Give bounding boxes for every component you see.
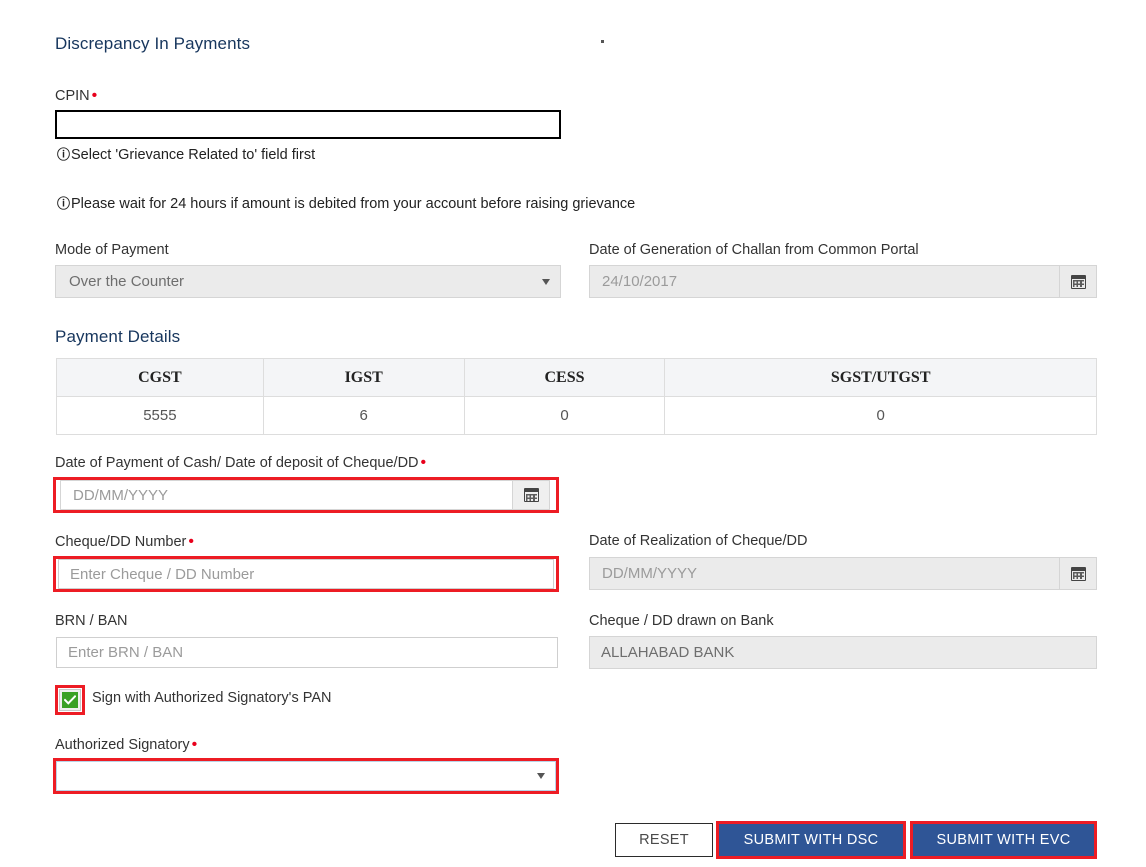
page-title: Discrepancy In Payments: [55, 34, 250, 54]
mode-of-payment-label: Mode of Payment: [55, 243, 169, 258]
cell-sgst-utgst: 0: [665, 397, 1097, 435]
chevron-down-icon: [542, 279, 550, 285]
brn-ban-label: BRN / BAN: [55, 614, 128, 629]
date-of-payment-input[interactable]: DD/MM/YYYY: [60, 480, 512, 510]
authorized-signatory-label: Authorized Signatory•: [55, 737, 197, 753]
column-header-cess: CESS: [464, 359, 665, 397]
reset-button[interactable]: RESET: [615, 823, 713, 857]
column-header-cgst: CGST: [57, 359, 264, 397]
cpin-hint-text: Select 'Grievance Related to' field firs…: [71, 147, 315, 163]
calendar-icon: [1071, 567, 1086, 581]
cpin-hint: ⓘSelect 'Grievance Related to' field fir…: [57, 148, 315, 163]
bank-input: ALLAHABAD BANK: [589, 636, 1097, 669]
date-of-realization-label: Date of Realization of Cheque/DD: [589, 534, 807, 549]
table-row: 5555 6 0 0: [57, 397, 1097, 435]
date-of-generation-label: Date of Generation of Challan from Commo…: [589, 243, 919, 258]
brn-ban-input[interactable]: Enter BRN / BAN: [56, 637, 558, 668]
date-of-generation-input[interactable]: 24/10/2017: [589, 265, 1059, 298]
mode-of-payment-value: Over the Counter: [69, 273, 184, 290]
cheque-number-label: Cheque/DD Number•: [55, 534, 194, 550]
cpin-label: CPIN•: [55, 88, 97, 104]
required-marker: •: [90, 87, 98, 104]
date-of-payment-group[interactable]: DD/MM/YYYY: [60, 480, 550, 510]
calendar-button[interactable]: [1059, 557, 1097, 590]
cell-igst: 6: [263, 397, 464, 435]
info-icon: ⓘ: [57, 197, 70, 210]
date-of-realization-placeholder: DD/MM/YYYY: [602, 565, 697, 582]
sign-with-pan-label[interactable]: Sign with Authorized Signatory's PAN: [92, 691, 331, 706]
cell-cess: 0: [464, 397, 665, 435]
column-header-sgst-utgst: SGST/UTGST: [665, 359, 1097, 397]
submit-with-dsc-button[interactable]: SUBMIT WITH DSC: [719, 824, 903, 856]
authorized-signatory-label-text: Authorized Signatory: [55, 737, 190, 753]
info-icon: ⓘ: [57, 148, 70, 161]
discrepancy-in-payments-form: Discrepancy In Payments CPIN• ⓘSelect 'G…: [0, 0, 1146, 867]
date-of-payment-label-text: Date of Payment of Cash/ Date of deposit…: [55, 455, 419, 471]
required-marker: •: [190, 736, 198, 753]
column-header-igst: IGST: [263, 359, 464, 397]
date-of-generation-value: 24/10/2017: [602, 273, 677, 290]
sign-with-pan-checkbox[interactable]: [59, 689, 81, 711]
check-icon: [62, 692, 78, 708]
chevron-down-icon: [537, 773, 545, 779]
brn-ban-placeholder: Enter BRN / BAN: [68, 644, 183, 661]
date-of-payment-placeholder: DD/MM/YYYY: [73, 487, 168, 504]
date-of-realization-input[interactable]: DD/MM/YYYY: [589, 557, 1059, 590]
bank-value: ALLAHABAD BANK: [601, 644, 734, 661]
mode-of-payment-select[interactable]: Over the Counter: [55, 265, 561, 298]
payment-details-title: Payment Details: [55, 327, 180, 347]
cpin-input[interactable]: [55, 110, 561, 139]
cpin-label-text: CPIN: [55, 88, 90, 104]
date-of-payment-label: Date of Payment of Cash/ Date of deposit…: [55, 455, 426, 471]
calendar-icon: [1071, 275, 1086, 289]
grievance-notice: ⓘPlease wait for 24 hours if amount is d…: [57, 197, 635, 212]
artifact-dot: [601, 40, 604, 43]
cheque-number-placeholder: Enter Cheque / DD Number: [70, 566, 254, 583]
cheque-number-label-text: Cheque/DD Number: [55, 534, 186, 550]
calendar-icon: [524, 488, 539, 502]
submit-with-evc-button[interactable]: SUBMIT WITH EVC: [913, 824, 1094, 856]
grievance-notice-text: Please wait for 24 hours if amount is de…: [71, 196, 635, 212]
cheque-number-input[interactable]: Enter Cheque / DD Number: [58, 559, 554, 589]
required-marker: •: [186, 533, 194, 550]
calendar-button[interactable]: [1059, 265, 1097, 298]
date-of-generation-group[interactable]: 24/10/2017: [589, 265, 1097, 298]
authorized-signatory-select[interactable]: [56, 761, 556, 791]
bank-label: Cheque / DD drawn on Bank: [589, 614, 774, 629]
calendar-button[interactable]: [512, 480, 550, 510]
payment-details-table: CGST IGST CESS SGST/UTGST 5555 6 0 0: [56, 358, 1097, 435]
required-marker: •: [419, 454, 427, 471]
cell-cgst: 5555: [57, 397, 264, 435]
table-header-row: CGST IGST CESS SGST/UTGST: [57, 359, 1097, 397]
date-of-realization-group[interactable]: DD/MM/YYYY: [589, 557, 1097, 590]
